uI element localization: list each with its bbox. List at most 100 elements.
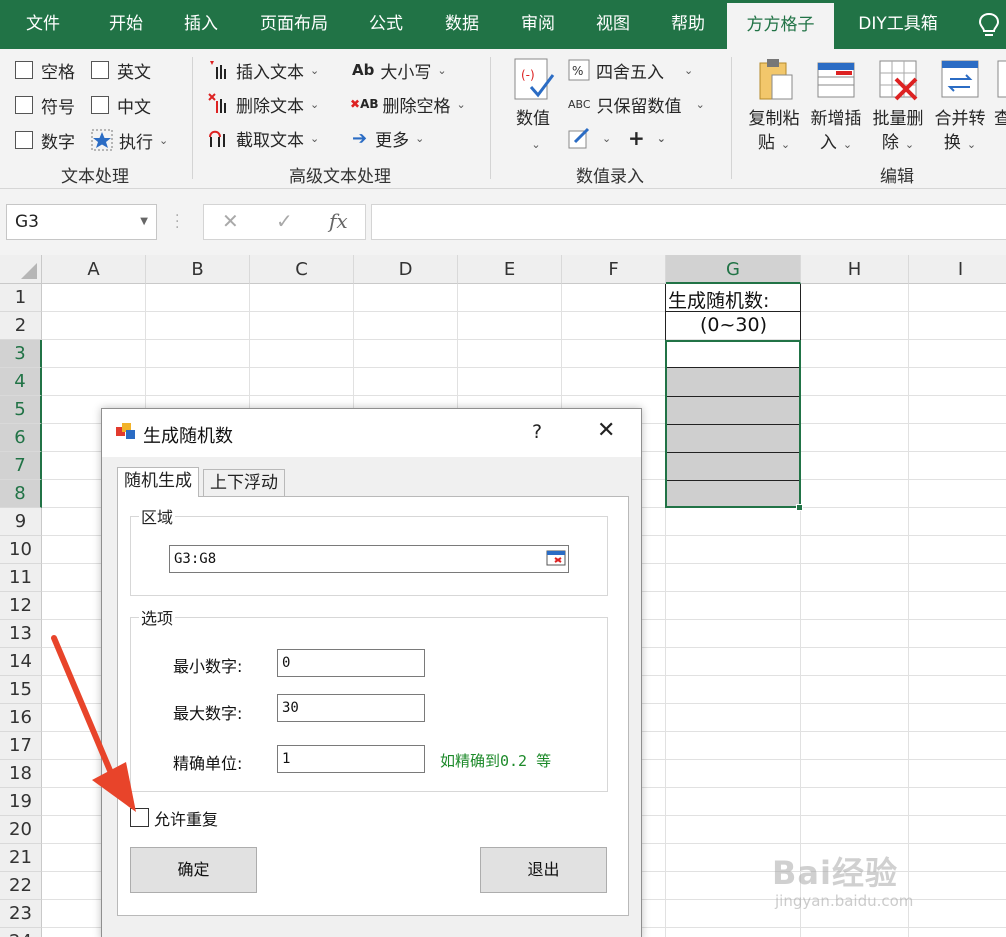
round-button[interactable]: % 四舍五入 ⌄ xyxy=(568,57,693,83)
tab-view[interactable]: 视图 xyxy=(587,0,639,49)
range-picker-icon[interactable] xyxy=(546,548,566,568)
add-insert-button[interactable]: 新增插入 ⌄ xyxy=(806,57,866,157)
fill-handle[interactable] xyxy=(796,504,803,511)
baidu-watermark-url: jingyan.baidu.com xyxy=(775,892,914,910)
app-icon xyxy=(116,423,135,439)
row-header-24[interactable]: 24 xyxy=(0,928,42,937)
tab-fangfanggezi[interactable]: 方方格子 xyxy=(727,3,834,49)
tab-home[interactable]: 开始 xyxy=(100,0,152,49)
column-header-c[interactable]: C xyxy=(250,255,354,284)
insert-text-button[interactable]: 插入文本 ⌄ xyxy=(208,57,319,83)
row-header-16[interactable]: 16 xyxy=(0,704,42,732)
keep-number-button[interactable]: ABC 只保留数值 ⌄ xyxy=(568,91,705,117)
tab-float-up-down[interactable]: 上下浮动 xyxy=(203,469,285,496)
column-header-g[interactable]: G xyxy=(666,255,801,284)
row-header-12[interactable]: 12 xyxy=(0,592,42,620)
extract-text-button[interactable]: 截取文本 ⌄ xyxy=(208,125,319,151)
column-header-e[interactable]: E xyxy=(458,255,562,284)
case-button[interactable]: Ab 大小写 ⌄ xyxy=(352,57,447,83)
lightbulb-icon[interactable] xyxy=(978,12,1000,38)
tab-formulas[interactable]: 公式 xyxy=(360,0,412,49)
tab-insert[interactable]: 插入 xyxy=(175,0,227,49)
enter-check-icon[interactable]: ✓ xyxy=(276,209,293,233)
copy-paste-button[interactable]: 复制粘贴 ⌄ xyxy=(744,57,804,157)
row-header-22[interactable]: 22 xyxy=(0,872,42,900)
row-header-18[interactable]: 18 xyxy=(0,760,42,788)
extract-text-label: 截取文本 xyxy=(236,130,304,151)
row-header-21[interactable]: 21 xyxy=(0,844,42,872)
row-header-8[interactable]: 8 xyxy=(0,480,42,508)
row-header-23[interactable]: 23 xyxy=(0,900,42,928)
row-header-19[interactable]: 19 xyxy=(0,788,42,816)
edit-number-button[interactable]: ⌄ xyxy=(568,125,611,151)
find-button[interactable]: 查 xyxy=(994,57,1006,131)
cancel-icon[interactable]: ✕ xyxy=(222,209,239,233)
row-header-5[interactable]: 5 xyxy=(0,396,42,424)
max-number-input[interactable]: 30 xyxy=(277,694,425,722)
row-header-9[interactable]: 9 xyxy=(0,508,42,536)
column-header-a[interactable]: A xyxy=(42,255,146,284)
checkbox-english[interactable]: 英文 xyxy=(91,57,151,83)
tab-help[interactable]: 帮助 xyxy=(662,0,714,49)
row-header-2[interactable]: 2 xyxy=(0,312,42,340)
column-header-d[interactable]: D xyxy=(354,255,458,284)
row-header-7[interactable]: 7 xyxy=(0,452,42,480)
tab-random-generate[interactable]: 随机生成 xyxy=(117,467,199,497)
row-header-17[interactable]: 17 xyxy=(0,732,42,760)
checkbox-chinese[interactable]: 中文 xyxy=(91,92,151,118)
exit-button[interactable]: 退出 xyxy=(480,847,607,893)
column-header-f[interactable]: F xyxy=(562,255,666,284)
name-box[interactable]: G3 ▼ xyxy=(6,204,157,240)
tab-review[interactable]: 审阅 xyxy=(512,0,564,49)
drag-handle-icon[interactable]: · · · xyxy=(175,209,181,235)
formula-bar: G3 ▼ · · · ✕ ✓ fx xyxy=(0,189,1006,255)
checkbox-number[interactable]: 数字 xyxy=(15,127,75,153)
tab-diy-toolbox[interactable]: DIY工具箱 xyxy=(850,0,946,49)
formula-input[interactable] xyxy=(371,204,1006,240)
more-button[interactable]: ➔ 更多 ⌄ xyxy=(352,125,424,151)
insert-function-icon[interactable]: fx xyxy=(329,209,348,233)
range-input[interactable]: G3:G8 xyxy=(169,545,569,573)
tab-file[interactable]: 文件 xyxy=(20,0,66,49)
row-header-10[interactable]: 10 xyxy=(0,536,42,564)
column-header-b[interactable]: B xyxy=(146,255,250,284)
batch-delete-button[interactable]: 批量删除 ⌄ xyxy=(868,57,928,157)
chevron-down-icon: ▼ xyxy=(140,216,148,227)
checkbox-symbol[interactable]: 符号 xyxy=(15,92,75,118)
row-header-11[interactable]: 11 xyxy=(0,564,42,592)
selected-range-g3-g8[interactable] xyxy=(665,340,801,508)
active-cell-g3[interactable] xyxy=(667,342,799,368)
select-all-corner[interactable] xyxy=(0,255,42,284)
column-header-h[interactable]: H xyxy=(801,255,909,284)
delete-space-button[interactable]: ✖AB 删除空格 ⌄ xyxy=(350,91,466,117)
min-number-input[interactable]: 0 xyxy=(277,649,425,677)
row-header-14[interactable]: 14 xyxy=(0,648,42,676)
plus-button[interactable]: + ⌄ xyxy=(628,125,666,151)
round-label: 四舍五入 xyxy=(596,62,664,83)
delete-text-button[interactable]: 删除文本 ⌄ xyxy=(208,91,319,117)
grid-line xyxy=(42,367,1006,368)
ok-button[interactable]: 确定 xyxy=(130,847,257,893)
row-header-20[interactable]: 20 xyxy=(0,816,42,844)
precision-input[interactable]: 1 xyxy=(277,745,425,773)
close-icon[interactable]: ✕ xyxy=(597,418,615,443)
checkbox-space[interactable]: 空格 xyxy=(15,57,75,83)
row-header-1[interactable]: 1 xyxy=(0,284,42,312)
row-header-3[interactable]: 3 xyxy=(0,340,42,368)
row-header-4[interactable]: 4 xyxy=(0,368,42,396)
copy-paste-label-2: 贴 xyxy=(757,133,775,153)
row-header-13[interactable]: 13 xyxy=(0,620,42,648)
cell-g2[interactable]: (0~30) xyxy=(700,314,767,336)
help-icon[interactable]: ? xyxy=(532,421,542,443)
execute-button[interactable]: 执行 ⌄ xyxy=(91,127,168,153)
cell-g1[interactable]: 生成随机数: xyxy=(668,286,769,313)
tab-page-layout[interactable]: 页面布局 xyxy=(254,0,334,49)
row-header-6[interactable]: 6 xyxy=(0,424,42,452)
number-button[interactable]: (-) 数值 ⌄ xyxy=(505,57,561,157)
range-input-value: G3:G8 xyxy=(174,551,217,567)
dialog-title-bar[interactable]: 生成随机数 ? ✕ xyxy=(102,409,641,457)
row-header-15[interactable]: 15 xyxy=(0,676,42,704)
column-header-i[interactable]: I xyxy=(909,255,1006,284)
tab-data[interactable]: 数据 xyxy=(436,0,488,49)
merge-convert-button[interactable]: 合并转换 ⌄ xyxy=(930,57,990,157)
